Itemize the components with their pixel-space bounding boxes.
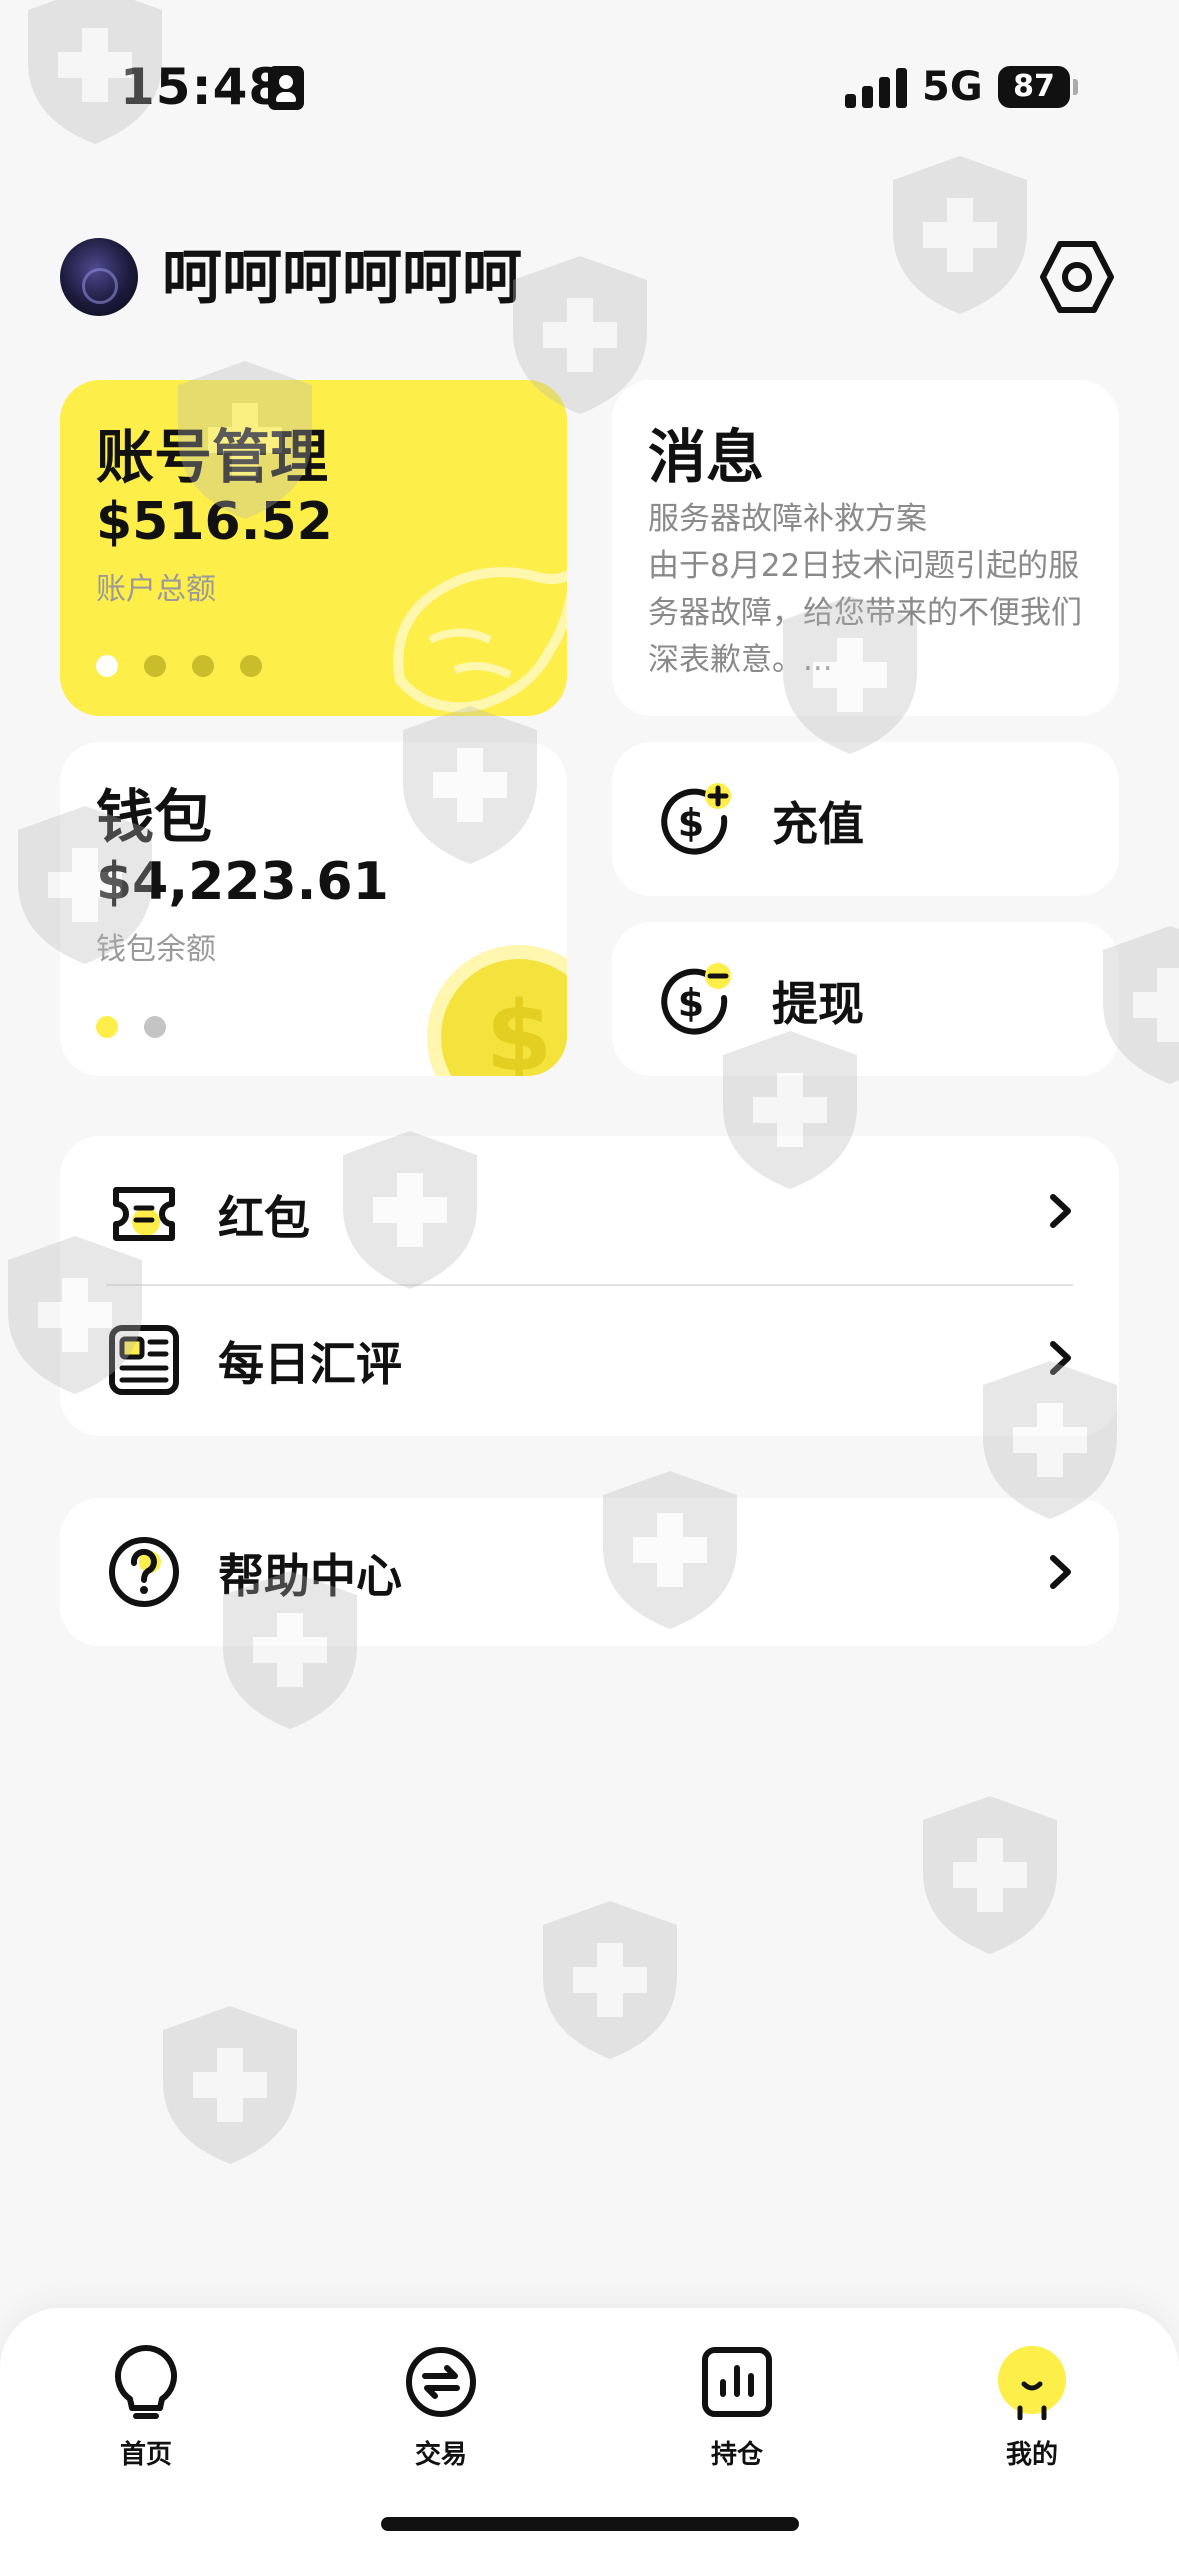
bar-chart-icon [702, 2347, 772, 2417]
settings-icon [1040, 241, 1114, 313]
wallet-card-pager [96, 1016, 196, 1040]
wallet-balance-label: 钱包余额 [96, 932, 216, 967]
chevron-right-icon [1050, 1341, 1071, 1375]
wallet-balance-amount: $4,223.61 [96, 852, 389, 912]
daily-review-item[interactable]: 每日汇评 [60, 1286, 1119, 1436]
deposit-button[interactable]: $ 充值 [612, 742, 1119, 896]
message-card[interactable]: 消息 服务器故障补救方案 由于8月22日技术问题引起的服务器故障，给您带来的不便… [612, 380, 1119, 716]
nav-home-label: 首页 [119, 2440, 172, 2470]
red-packet-label: 红包 [218, 1191, 310, 1245]
account-card-title: 账号管理 [96, 423, 329, 491]
withdraw-label: 提现 [772, 977, 864, 1031]
nav-mine[interactable]: 我的 [952, 2328, 1112, 2478]
battery-indicator: 87 [998, 66, 1070, 108]
id-card-icon [268, 66, 304, 110]
wallet-card-title: 钱包 [96, 783, 213, 851]
help-center-item[interactable]: 帮助中心 [60, 1498, 1119, 1646]
daily-review-label: 每日汇评 [218, 1337, 402, 1391]
message-card-title: 消息 [648, 423, 765, 491]
svg-text:$: $ [678, 801, 704, 845]
newspaper-icon [109, 1325, 179, 1395]
help-center-label: 帮助中心 [218, 1549, 402, 1603]
watermark-shield-icon [535, 1895, 685, 2065]
exchange-icon [406, 2347, 476, 2417]
red-packet-icon [113, 1187, 175, 1241]
network-type: 5G [922, 64, 983, 110]
lightbulb-icon [115, 2345, 177, 2419]
account-card-pager [96, 655, 296, 679]
tiger-logo-icon [393, 567, 567, 713]
home-indicator [381, 2517, 799, 2531]
svg-text:$: $ [486, 981, 553, 1076]
withdraw-icon: $ [661, 963, 731, 1035]
coin-icon: $ [427, 945, 567, 1076]
account-total-amount: $516.52 [96, 492, 333, 552]
profile-face-icon [998, 2346, 1066, 2420]
red-packet-item[interactable]: 红包 [60, 1136, 1119, 1286]
username: 呵呵呵呵呵呵 [162, 243, 522, 313]
watermark-shield-icon [915, 1790, 1065, 1960]
chevron-right-icon [1050, 1194, 1071, 1228]
watermark-shield-icon [885, 150, 1035, 320]
deposit-icon: $ [661, 783, 731, 855]
nav-home[interactable]: 首页 [66, 2328, 226, 2478]
watermark-shield-icon [155, 2000, 305, 2170]
svg-text:$: $ [678, 981, 704, 1025]
nav-trade-label: 交易 [414, 2440, 467, 2470]
deposit-label: 充值 [772, 797, 864, 851]
wallet-card[interactable]: $ 钱包 $4,223.61 钱包余额 [60, 742, 567, 1076]
menu-group: 红包 每日汇评 [60, 1136, 1119, 1436]
message-preview: 服务器故障补救方案 由于8月22日技术问题引起的服务器故障，给您带来的不便我们深… [648, 501, 1082, 678]
nav-mine-label: 我的 [1005, 2440, 1058, 2470]
signal-strength-icon [845, 68, 907, 108]
battery-tip [1073, 79, 1078, 95]
account-management-card[interactable]: 账号管理 $516.52 账户总额 [60, 380, 567, 716]
account-total-label: 账户总额 [96, 572, 216, 607]
withdraw-button[interactable]: $ 提现 [612, 922, 1119, 1076]
nav-trade[interactable]: 交易 [361, 2328, 521, 2478]
status-time: 15:48 [120, 58, 285, 116]
avatar[interactable] [60, 238, 138, 316]
chevron-right-icon [1050, 1555, 1071, 1589]
nav-positions[interactable]: 持仓 [657, 2328, 817, 2478]
nav-positions-label: 持仓 [710, 2440, 763, 2470]
help-icon [109, 1537, 179, 1607]
settings-button[interactable] [1038, 238, 1116, 316]
